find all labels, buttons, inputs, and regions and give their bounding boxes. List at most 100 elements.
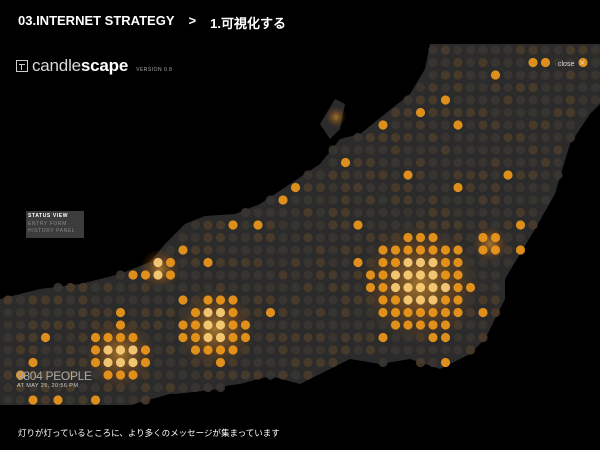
map-dot (503, 145, 513, 155)
map-dot (390, 345, 401, 355)
map-dot (465, 220, 476, 230)
map-dot (240, 320, 251, 330)
map-dot (490, 107, 501, 118)
map-dot (415, 157, 426, 168)
menu-history-panel[interactable]: HISTORY PANEL (28, 228, 84, 236)
map-dot (3, 357, 13, 368)
map-dot (203, 357, 213, 368)
map-dot (428, 182, 438, 193)
map-dot (90, 370, 101, 380)
map-dot (328, 245, 338, 255)
map-dot (203, 282, 213, 293)
map-dot (515, 95, 526, 105)
map-dot (415, 307, 426, 318)
map-dot (278, 332, 288, 343)
map-dot (465, 45, 476, 55)
map-dot (503, 245, 513, 255)
map-dot (540, 170, 551, 180)
map-dot (553, 170, 563, 180)
map-dot (140, 270, 151, 280)
map-dot (328, 332, 338, 343)
map-dot (290, 320, 301, 330)
map-dot (478, 195, 488, 205)
map-dot (478, 170, 488, 180)
map-dot (528, 107, 538, 118)
map-dot (65, 357, 76, 368)
map-dot (178, 332, 188, 343)
map-dot (353, 320, 363, 330)
map-dot (78, 320, 88, 330)
map-dot (428, 132, 438, 143)
map-dot (328, 220, 338, 230)
map-dot (490, 182, 501, 193)
logo-icon (16, 60, 28, 72)
map-dot (190, 282, 201, 293)
menu-entry-form[interactable]: ENTRY FORM (28, 221, 84, 229)
map-dot (428, 120, 438, 130)
map-view[interactable] (0, 44, 600, 405)
map-dot (340, 345, 351, 355)
map-dot (265, 257, 276, 268)
map-dot (190, 345, 201, 355)
map-dot (203, 370, 213, 380)
map-dot (490, 57, 501, 68)
map-dot (415, 270, 426, 280)
map-dot (290, 357, 301, 368)
map-dot (328, 207, 338, 218)
map-dot (153, 332, 163, 343)
map-dot (440, 157, 451, 168)
map-dot (278, 282, 288, 293)
map-dot (453, 82, 463, 93)
map-dot (440, 357, 451, 368)
map-dot (453, 45, 463, 55)
map-dot (590, 45, 600, 55)
map-dot (140, 282, 151, 293)
map-dot (53, 295, 63, 305)
map-dot (378, 170, 388, 180)
map-dot (290, 257, 301, 268)
map-dot (478, 307, 488, 318)
map-dot (178, 382, 188, 393)
map-dot (453, 282, 463, 293)
map-dot (490, 307, 501, 318)
map-dot (378, 132, 388, 143)
menu-status-view[interactable]: STATUS VIEW (28, 213, 84, 221)
map-dot (103, 320, 113, 330)
map-dot (303, 332, 313, 343)
map-dot (353, 332, 363, 343)
map-dot (303, 232, 313, 243)
map-dot (428, 70, 438, 80)
map-dot (403, 182, 413, 193)
map-dot (515, 245, 526, 255)
map-dot (215, 295, 226, 305)
map-dot (565, 45, 576, 55)
map-dot (15, 357, 26, 368)
map-dot (390, 157, 401, 168)
map-dot (365, 257, 376, 268)
map-dot (178, 270, 188, 280)
map-dot (265, 295, 276, 305)
map-dot (253, 270, 263, 280)
map-dot (440, 120, 451, 130)
map-dot (528, 45, 538, 55)
map-dot (290, 370, 301, 380)
map-dot (590, 95, 600, 105)
map-dot (440, 195, 451, 205)
map-dot (490, 207, 501, 218)
map-dot (303, 345, 313, 355)
map-dot (65, 307, 76, 318)
map-dot (228, 245, 238, 255)
map-dot (340, 320, 351, 330)
map-dot (428, 232, 438, 243)
map-dot (378, 157, 388, 168)
map-dot (428, 307, 438, 318)
map-dot (440, 220, 451, 230)
close-button[interactable]: close × (558, 59, 585, 69)
map-dot (553, 70, 563, 80)
map-dot (540, 70, 551, 80)
breadcrumb-separator: > (188, 13, 197, 28)
map-dot (365, 182, 376, 193)
map-dot (253, 370, 263, 380)
map-dot (103, 295, 113, 305)
map-dot (40, 307, 51, 318)
